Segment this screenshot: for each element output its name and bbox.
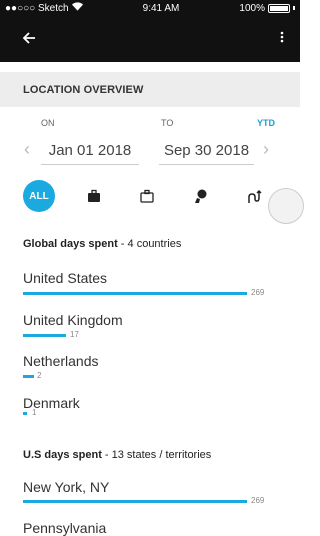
country-bar <box>23 375 34 378</box>
global-title-suffix: - 4 countries <box>117 238 182 250</box>
global-days-title: Global days spent - 4 countries <box>23 238 181 250</box>
country-name[interactable]: Netherlands <box>23 353 99 369</box>
state-name[interactable]: New York, NY <box>23 479 109 495</box>
bag-icon[interactable] <box>139 188 155 204</box>
state-bar <box>23 500 247 503</box>
chevron-left-icon[interactable]: ‹ <box>24 139 30 160</box>
filter-tabs: ALL <box>0 173 300 217</box>
status-time: 9:41 AM <box>142 2 180 14</box>
wifi-icon <box>71 2 83 14</box>
on-label: ON <box>41 118 55 128</box>
battery-percent: 100% <box>239 2 265 14</box>
country-bar <box>23 334 66 337</box>
global-title-label: Global days spent <box>23 238 118 250</box>
more-vertical-icon[interactable] <box>280 30 284 48</box>
country-days: 2 <box>37 371 42 380</box>
us-title-label: U.S days spent <box>23 449 102 461</box>
country-name[interactable]: United States <box>23 270 107 286</box>
route-icon[interactable] <box>246 188 262 204</box>
state-days: 269 <box>251 496 265 505</box>
floating-action-button[interactable] <box>268 188 304 224</box>
country-days: 17 <box>70 330 79 339</box>
range-labels: ON TO YTD <box>0 107 300 135</box>
filter-all-button[interactable]: ALL <box>23 180 55 212</box>
briefcase-icon[interactable] <box>86 188 102 204</box>
country-bar <box>23 412 27 415</box>
ytd-button[interactable]: YTD <box>257 118 275 128</box>
us-title-suffix: - 13 states / territories <box>101 449 212 461</box>
end-date-field[interactable]: Sep 30 2018 <box>159 138 254 165</box>
country-days: 1 <box>32 408 37 417</box>
chevron-right-icon[interactable]: › <box>263 139 269 160</box>
arrow-left-icon[interactable] <box>22 29 36 50</box>
country-days: 269 <box>251 288 265 297</box>
date-range-row: ‹ Jan 01 2018 Sep 30 2018 › <box>0 135 300 171</box>
section-title: LOCATION OVERVIEW <box>0 72 300 107</box>
country-bar <box>23 292 247 295</box>
person-globe-icon[interactable] <box>193 188 209 204</box>
carrier-label: ●●○○○ Sketch <box>5 2 69 14</box>
country-name[interactable]: United Kingdom <box>23 312 123 328</box>
status-bar: ●●○○○ Sketch 9:41 AM 100% <box>0 0 300 16</box>
to-label: TO <box>161 118 174 128</box>
us-days-title: U.S days spent - 13 states / territories <box>23 449 211 461</box>
battery-icon <box>268 3 290 13</box>
top-navbar <box>0 16 300 62</box>
start-date-field[interactable]: Jan 01 2018 <box>41 138 139 165</box>
